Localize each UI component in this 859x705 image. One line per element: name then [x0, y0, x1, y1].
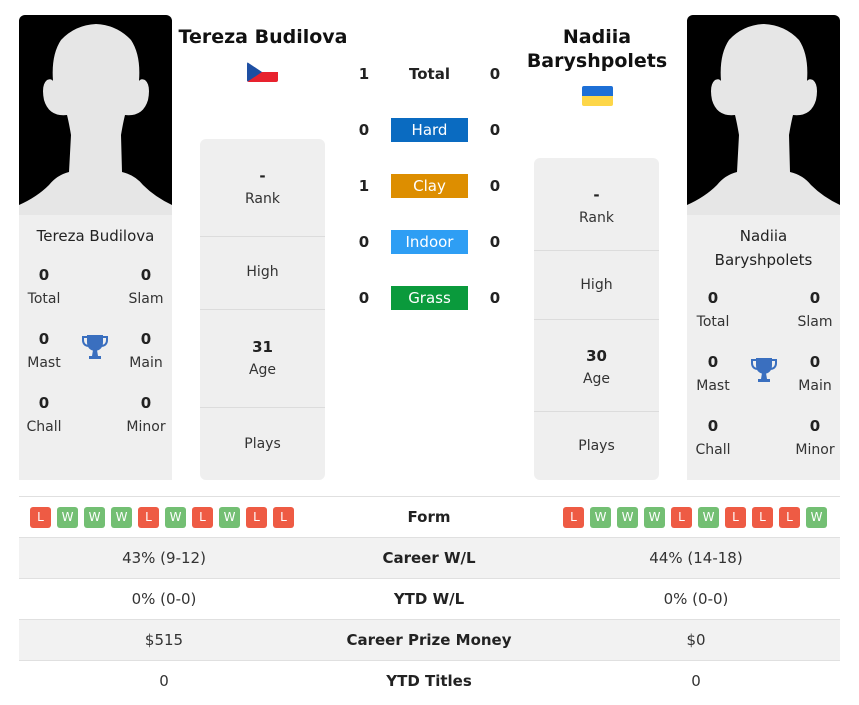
player1-rank: - Rank: [245, 167, 280, 207]
h2h-total-label: Total: [409, 65, 450, 83]
h2h-grass-row: 0 Grass 0: [340, 286, 520, 310]
form-loss-badge[interactable]: L: [30, 507, 51, 528]
player1-card-name: Tereza Budilova: [36, 227, 155, 245]
form-win-badge[interactable]: W: [617, 507, 638, 528]
player1-info-panel: - Rank High 31 Age Plays: [200, 139, 325, 480]
form-loss-badge[interactable]: L: [273, 507, 294, 528]
player1-title-slam: 0 Slam: [128, 266, 164, 307]
form-loss-badge[interactable]: L: [246, 507, 267, 528]
player1-career-wl: 43% (9-12): [122, 549, 206, 567]
player1-form: LWWWLWLWLL: [30, 507, 294, 528]
player1-title-main: 0 Main: [129, 330, 163, 371]
ytd-wl-row: 0% (0-0) YTD W/L 0% (0-0): [19, 578, 840, 619]
trophy-icon: [82, 335, 108, 359]
form-loss-badge[interactable]: L: [725, 507, 746, 528]
form-loss-badge[interactable]: L: [671, 507, 692, 528]
player1-plays: Plays: [200, 407, 325, 480]
h2h-total-row: 1 Total 0: [340, 62, 520, 86]
ukraine-flag-icon: [582, 86, 613, 106]
surface-clay-badge: Clay: [391, 174, 468, 198]
form-win-badge[interactable]: W: [57, 507, 78, 528]
form-loss-badge[interactable]: L: [779, 507, 800, 528]
form-win-badge[interactable]: W: [590, 507, 611, 528]
player2-photo: [687, 15, 840, 215]
form-win-badge[interactable]: W: [219, 507, 240, 528]
czech-republic-flag-icon: [247, 62, 278, 82]
h2h-hard-row: 0 Hard 0: [340, 118, 520, 142]
form-loss-badge[interactable]: L: [138, 507, 159, 528]
form-label: Form: [407, 508, 451, 526]
surface-hard-badge: Hard: [391, 118, 468, 142]
player1-title-total: 0 Total: [27, 266, 61, 307]
player2-career-prize: $0: [686, 631, 706, 649]
player1-title-minor: 0 Minor: [126, 394, 166, 435]
player2-rank: - Rank: [579, 186, 614, 226]
career-wl-label: Career W/L: [382, 549, 476, 567]
player2-title-chall: 0 Chall: [695, 417, 731, 458]
player2-ytd-wl: 0% (0-0): [663, 590, 729, 608]
player2-title-mast: 0 Mast: [696, 353, 730, 394]
player1-card: Tereza Budilova 0 Total 0 Slam 0 Mast 0 …: [19, 15, 172, 480]
trophy-icon: [751, 358, 777, 382]
ytd-wl-label: YTD W/L: [393, 590, 465, 608]
player1-age: 31 Age: [200, 309, 325, 407]
player2-plays: Plays: [534, 411, 659, 480]
form-win-badge[interactable]: W: [165, 507, 186, 528]
player2-card-name: Nadiia Baryshpolets: [714, 227, 813, 269]
player1-title-chall: 0 Chall: [26, 394, 62, 435]
player2-name[interactable]: Nadiia Baryshpolets: [515, 25, 679, 73]
surface-indoor-badge: Indoor: [391, 230, 468, 254]
player2-info-panel: - Rank High 30 Age Plays: [534, 158, 659, 480]
form-win-badge[interactable]: W: [806, 507, 827, 528]
player1-career-prize: $515: [144, 631, 184, 649]
career-prize-row: $515 Career Prize Money $0: [19, 619, 840, 660]
player1-ytd-titles: 0: [159, 672, 169, 690]
player1-title-mast: 0 Mast: [27, 330, 61, 371]
form-win-badge[interactable]: W: [644, 507, 665, 528]
player2-title-total: 0 Total: [696, 289, 730, 330]
ytd-titles-row: 0 YTD Titles 0: [19, 660, 840, 701]
surface-grass-badge: Grass: [391, 286, 468, 310]
player2-card: Nadiia Baryshpolets 0 Total 0 Slam 0 Mas…: [687, 15, 840, 480]
form-win-badge[interactable]: W: [84, 507, 105, 528]
form-loss-badge[interactable]: L: [192, 507, 213, 528]
form-loss-badge[interactable]: L: [563, 507, 584, 528]
player1-ytd-wl: 0% (0-0): [131, 590, 197, 608]
player2-title-slam: 0 Slam: [797, 289, 833, 330]
ytd-titles-label: YTD Titles: [386, 672, 472, 690]
player2-age: 30 Age: [534, 319, 659, 412]
player2-ytd-titles: 0: [691, 672, 701, 690]
player1-name[interactable]: Tereza Budilova: [172, 25, 354, 49]
h2h-clay-row: 1 Clay 0: [340, 174, 520, 198]
player2-career-wl: 44% (14-18): [649, 549, 743, 567]
form-loss-badge[interactable]: L: [752, 507, 773, 528]
player1-high: High: [200, 236, 325, 309]
player2-title-main: 0 Main: [798, 353, 832, 394]
player1-photo: [19, 15, 172, 215]
player-silhouette-icon: [687, 24, 840, 215]
player2-high: High: [534, 250, 659, 320]
player2-title-minor: 0 Minor: [795, 417, 835, 458]
career-prize-label: Career Prize Money: [346, 631, 512, 649]
player2-form: LWWWLWLLLW: [563, 507, 827, 528]
form-row: LWWWLWLWLL Form LWWWLWLLLW: [19, 496, 840, 537]
player-silhouette-icon: [19, 24, 172, 215]
form-win-badge[interactable]: W: [698, 507, 719, 528]
h2h-indoor-row: 0 Indoor 0: [340, 230, 520, 254]
career-wl-row: 43% (9-12) Career W/L 44% (14-18): [19, 537, 840, 578]
form-win-badge[interactable]: W: [111, 507, 132, 528]
